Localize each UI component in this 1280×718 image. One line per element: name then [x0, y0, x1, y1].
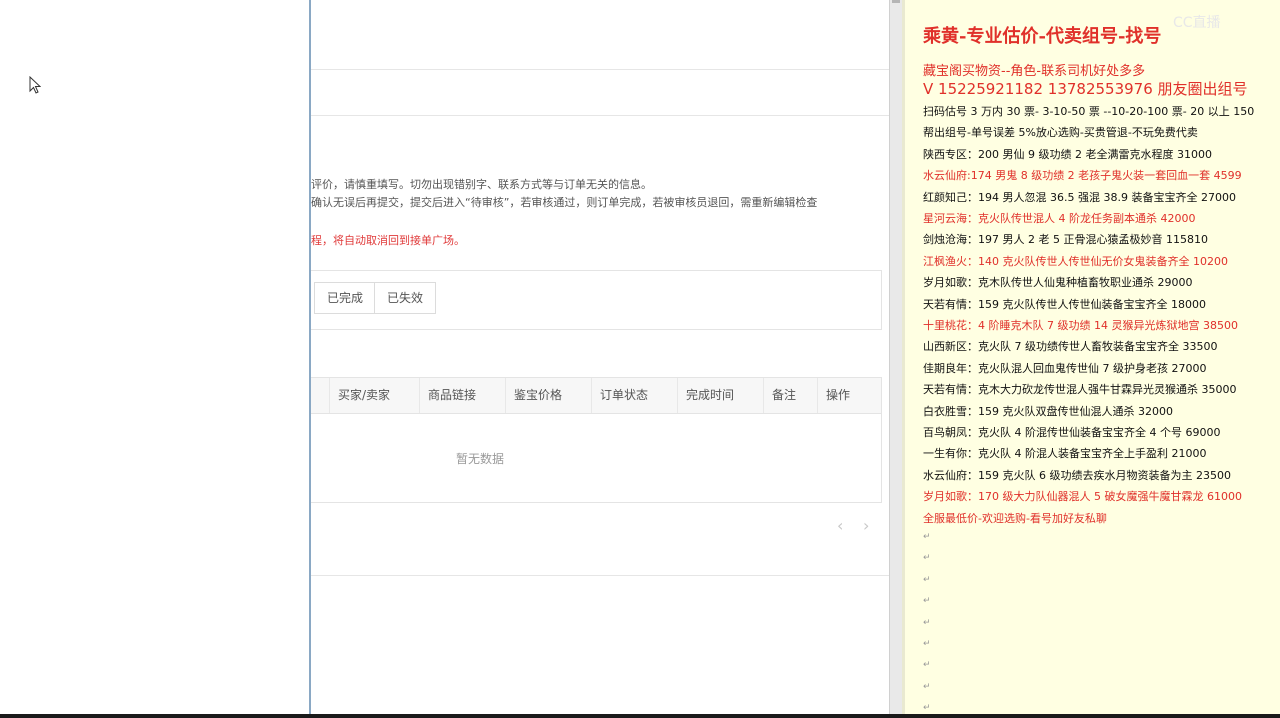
listing-line: 水云仙府：159 克火队 6 级功绩去疾水月物资装备为主 23500 — [923, 468, 1231, 482]
listing-line: 岁月如歌：170 级大力队仙器混人 5 破女魔强牛魔甘霖龙 61000 — [923, 490, 1242, 504]
column-header: 备注 — [763, 378, 817, 413]
stream-watermark: CC直播 — [1173, 15, 1221, 31]
listing-line: 天若有情：克木大力砍龙传世混人强牛甘霖异光灵猴通杀 35000 — [923, 383, 1237, 397]
listing-line: 江枫渔火：140 克火队传世人传世仙无价女鬼装备齐全 10200 — [923, 254, 1228, 268]
tab-completed[interactable]: 已完成 — [314, 282, 376, 314]
listing-line: 十里桃花：4 阶睡克木队 7 级功绩 14 灵猴异光炼狱地宫 38500 — [923, 319, 1238, 332]
listing-line: 星河云海：克火队传世混人 4 阶龙任务副本通杀 42000 — [923, 212, 1196, 225]
paragraph-mark: ↵ — [923, 617, 931, 628]
paragraph-mark: ↵ — [923, 681, 931, 692]
empty-state-text: 暂无数据 — [456, 452, 505, 466]
notice-text: 确认无误后再提交，提交后进入“待审核”，若审核通过，则订单完成，若被审核员退回，… — [311, 196, 818, 209]
listing-line: 扫码估号 3 万内 30 票- 3-10-50 票 --10-20-100 票-… — [923, 105, 1255, 118]
column-header: 商品链接 — [419, 378, 505, 413]
column-header: 完成时间 — [677, 378, 763, 413]
document-panel: CC直播 乘黄-专业估价-代卖组号-找号 藏宝阁买物资--角色-联系司机好处多多… — [902, 0, 1280, 718]
listing-line: 天若有情：159 克火队传世人传世仙装备宝宝齐全 18000 — [923, 297, 1206, 311]
listing-line: 山西新区：克火队 7 级功绩传世人畜牧装备宝宝齐全 33500 — [923, 340, 1218, 354]
divider — [311, 69, 889, 70]
listing-line: 白衣胜雪：159 克火队双盘传世仙混人通杀 32000 — [923, 404, 1173, 418]
notice-text: 评价，请慎重填写。切勿出现错别字、联系方式等与订单无关的信息。 — [311, 178, 652, 191]
divider — [311, 575, 889, 576]
listing-line: 全服最低价-欢迎选购-看号加好友私聊 — [923, 511, 1107, 525]
document-title: 乘黄-专业估价-代卖组号-找号 — [923, 26, 1162, 47]
desktop-blank-area — [0, 0, 309, 718]
listing-line: 陕西专区：200 男仙 9 级功绩 2 老全满雷克水程度 31000 — [923, 147, 1212, 161]
table-header: 买家/卖家 商品链接 鉴宝价格 订单状态 完成时间 备注 操作 — [311, 378, 881, 414]
column-header: 鉴宝价格 — [505, 378, 591, 413]
paragraph-mark: ↵ — [923, 574, 931, 585]
listing-line: 红颜知己：194 男人忽混 36.5 强混 38.9 装备宝宝齐全 27000 — [923, 190, 1236, 204]
paragraph-mark: ↵ — [923, 596, 931, 607]
listing-line: 剑烛沧海：197 男人 2 老 5 正骨混心猿孟极妙音 115810 — [923, 233, 1208, 247]
paragraph-mark: ↵ — [923, 660, 931, 671]
paragraph-mark: ↵ — [923, 703, 931, 714]
doc-line: 藏宝阁买物资--角色-联系司机好处多多 — [923, 64, 1146, 79]
listing-line: 百鸟朝凤：克火队 4 阶混传世仙装备宝宝齐全 4 个号 69000 — [923, 426, 1221, 439]
prev-page-button[interactable]: ‹ — [837, 516, 843, 535]
listing-line: 水云仙府:174 男鬼 8 级功绩 2 老孩子鬼火装一套回血一套 4599 — [923, 169, 1242, 183]
contact-phone-line: V 15225921182 13782553976 朋友圈出组号 — [923, 80, 1248, 98]
column-header: 操作 — [817, 378, 881, 413]
next-page-button[interactable]: › — [863, 516, 869, 535]
vertical-scrollbar[interactable] — [889, 0, 902, 718]
paragraph-mark: ↵ — [923, 532, 931, 542]
listing-line: 岁月如歌：克木队传世人仙鬼种植畜牧职业通杀 29000 — [923, 276, 1193, 290]
divider — [311, 115, 889, 116]
orders-table: 买家/卖家 商品链接 鉴宝价格 订单状态 完成时间 备注 操作 暂无数据 — [311, 377, 882, 503]
notice-warning-text: 程，将自动取消回到接单广场。 — [311, 234, 465, 247]
listing-line: 帮出组号-单号误差 5%放心选购-买贵管退-不玩免费代卖 — [923, 126, 1198, 140]
column-header: 买家/卖家 — [329, 378, 419, 413]
tab-expired[interactable]: 已失效 — [374, 282, 436, 314]
mouse-cursor-icon — [29, 76, 41, 94]
paragraph-mark: ↵ — [923, 553, 931, 564]
browser-page: 评价，请慎重填写。切勿出现错别字、联系方式等与订单无关的信息。 确认无误后再提交… — [311, 0, 889, 718]
paragraph-mark: ↵ — [923, 639, 931, 649]
scrollbar-thumb[interactable] — [892, 0, 900, 3]
listing-line: 佳期良年：克火队混人回血鬼传世仙 7 级护身老孩 27000 — [923, 361, 1207, 375]
taskbar-edge — [0, 714, 1280, 718]
column-header: 订单状态 — [591, 378, 677, 413]
listing-line: 一生有你：克火队 4 阶混人装备宝宝齐全上手盈利 21000 — [923, 447, 1207, 461]
